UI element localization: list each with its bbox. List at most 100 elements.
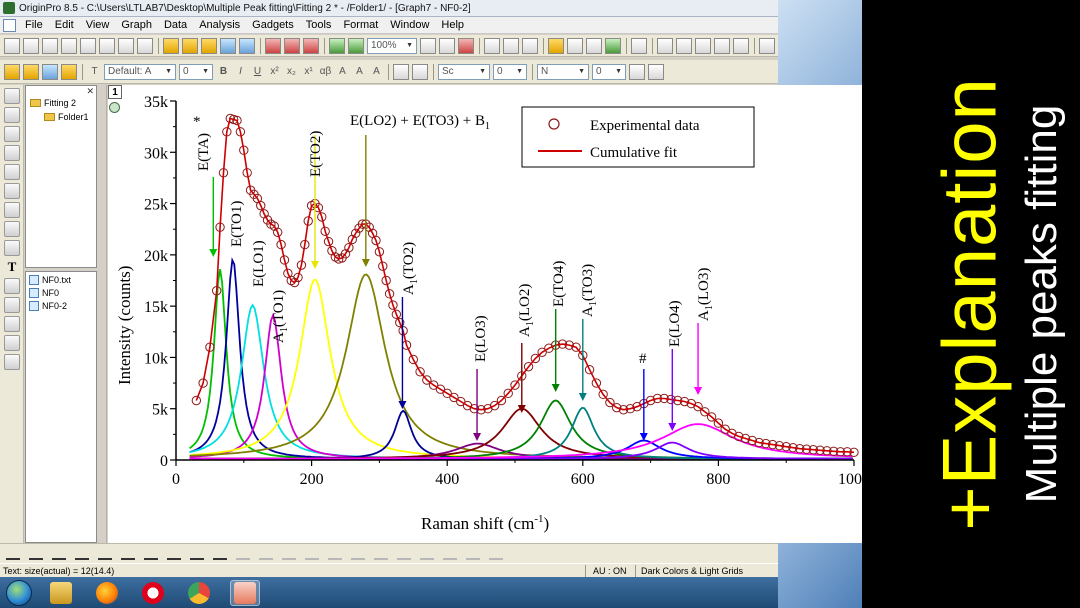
pointer-icon[interactable] bbox=[4, 88, 20, 104]
rectangle-icon[interactable] bbox=[4, 316, 20, 332]
new-excel-icon[interactable] bbox=[42, 37, 58, 54]
import-multiple-icon[interactable] bbox=[284, 37, 300, 54]
data-selector-icon[interactable] bbox=[4, 183, 20, 199]
menu-tools[interactable]: Tools bbox=[300, 19, 338, 31]
import-wizard-icon[interactable] bbox=[303, 37, 319, 54]
font-combo[interactable]: Default: A ▼ bbox=[104, 63, 176, 80]
zoom-combo[interactable]: 100% ▼ bbox=[367, 37, 417, 54]
import-ascii-icon[interactable] bbox=[265, 37, 281, 54]
command-window-icon[interactable] bbox=[605, 37, 621, 54]
surface-plot-icon[interactable] bbox=[397, 548, 411, 560]
font-color-icon[interactable]: A bbox=[369, 64, 384, 80]
column-plot-icon[interactable] bbox=[75, 548, 89, 560]
menu-analysis[interactable]: Analysis bbox=[193, 19, 246, 31]
move-icon[interactable] bbox=[4, 354, 20, 370]
new-graph-icon[interactable] bbox=[61, 37, 77, 54]
format-icon[interactable] bbox=[23, 63, 39, 80]
supersubscript-icon[interactable]: x¹ bbox=[301, 64, 316, 80]
line-symbol-icon[interactable] bbox=[52, 548, 66, 560]
copy-page-icon[interactable] bbox=[439, 37, 455, 54]
line-icon[interactable] bbox=[4, 297, 20, 313]
scale-icon[interactable] bbox=[4, 126, 20, 142]
batch-icon[interactable] bbox=[348, 37, 364, 54]
list-item[interactable]: NF0 bbox=[29, 288, 59, 298]
save-project-icon[interactable] bbox=[220, 37, 236, 54]
new-project-icon[interactable] bbox=[4, 37, 20, 54]
splitter[interactable] bbox=[98, 85, 107, 543]
bold-icon[interactable]: B bbox=[216, 64, 231, 80]
message-log-icon[interactable] bbox=[586, 37, 602, 54]
doubley-plot-icon[interactable] bbox=[489, 548, 503, 560]
template-icon[interactable] bbox=[236, 548, 250, 560]
rescale-icon[interactable] bbox=[657, 37, 673, 54]
menu-edit[interactable]: Edit bbox=[49, 19, 80, 31]
document-icon[interactable] bbox=[3, 18, 16, 32]
layout-plot-icon[interactable] bbox=[466, 548, 480, 560]
draw-data-icon[interactable] bbox=[4, 202, 20, 218]
close-icon[interactable]: ✕ bbox=[86, 86, 94, 97]
grid-plot-icon[interactable] bbox=[351, 548, 365, 560]
mask-icon[interactable] bbox=[4, 240, 20, 256]
layout-icon[interactable] bbox=[676, 37, 692, 54]
results-log-icon[interactable] bbox=[567, 37, 583, 54]
legend[interactable]: Experimental data Cumulative fit bbox=[521, 106, 755, 168]
line-plot-icon[interactable] bbox=[6, 548, 20, 560]
contour-plot-icon[interactable] bbox=[190, 548, 204, 560]
start-button[interactable] bbox=[6, 579, 32, 606]
taskbar-chrome[interactable] bbox=[184, 580, 214, 606]
new-function-icon[interactable] bbox=[99, 37, 115, 54]
waterfall-plot-icon[interactable] bbox=[374, 548, 388, 560]
arrange-icon[interactable] bbox=[714, 37, 730, 54]
new-matrix-icon[interactable] bbox=[80, 37, 96, 54]
region-icon[interactable] bbox=[4, 221, 20, 237]
chart-svg[interactable]: 0 200 400 600 800 1000 0 5k 10k 15k 20k 25k 30k 35k E… bbox=[108, 85, 862, 543]
hand-icon[interactable] bbox=[4, 335, 20, 351]
italic-icon[interactable]: I bbox=[233, 64, 248, 80]
taskbar-origin[interactable] bbox=[230, 579, 260, 606]
ternary-plot-icon[interactable] bbox=[282, 548, 296, 560]
list-item[interactable]: NF0.txt bbox=[29, 275, 71, 285]
menu-gadgets[interactable]: Gadgets bbox=[246, 19, 300, 31]
polar-plot-icon[interactable] bbox=[259, 548, 273, 560]
menu-format[interactable]: Format bbox=[337, 19, 384, 31]
menu-file[interactable]: File bbox=[19, 19, 49, 31]
project-explorer-icon[interactable] bbox=[548, 37, 564, 54]
menu-window[interactable]: Window bbox=[384, 19, 435, 31]
area-plot-icon[interactable] bbox=[144, 548, 158, 560]
line-color-icon[interactable] bbox=[393, 63, 409, 80]
open-icon[interactable] bbox=[163, 37, 179, 54]
code-builder-icon[interactable] bbox=[484, 37, 500, 54]
color-icon[interactable] bbox=[61, 63, 77, 80]
taskbar-firefox[interactable] bbox=[92, 580, 122, 606]
layer-icon[interactable] bbox=[759, 37, 775, 54]
menu-data[interactable]: Data bbox=[158, 19, 193, 31]
3d-plot-icon[interactable] bbox=[213, 548, 227, 560]
grid-icon[interactable] bbox=[629, 63, 645, 80]
object-icon[interactable] bbox=[42, 63, 58, 80]
menu-view[interactable]: View bbox=[80, 19, 116, 31]
layer-tab[interactable]: 1 bbox=[108, 85, 122, 99]
menu-graph[interactable]: Graph bbox=[115, 19, 158, 31]
pen-icon[interactable] bbox=[412, 63, 428, 80]
box-plot-icon[interactable] bbox=[167, 548, 181, 560]
fill-combo[interactable]: 0 ▼ bbox=[592, 63, 626, 80]
list-item[interactable]: NF0-2 bbox=[29, 301, 67, 311]
scatter-plot-icon[interactable] bbox=[29, 548, 43, 560]
font-size-combo[interactable]: 0 ▼ bbox=[179, 63, 213, 80]
menu-help[interactable]: Help bbox=[435, 19, 470, 31]
print-icon[interactable] bbox=[420, 37, 436, 54]
new-layout-icon[interactable] bbox=[118, 37, 134, 54]
line-width-combo[interactable]: 0 ▼ bbox=[493, 63, 527, 80]
style-icon[interactable] bbox=[4, 63, 20, 80]
text-tool-icon[interactable]: T bbox=[4, 259, 20, 275]
pie-plot-icon[interactable] bbox=[305, 548, 319, 560]
increase-font-icon[interactable]: A bbox=[335, 64, 350, 80]
decrease-font-icon[interactable]: A bbox=[352, 64, 367, 80]
open-excel-icon[interactable] bbox=[201, 37, 217, 54]
superscript-icon[interactable]: x² bbox=[267, 64, 282, 80]
screen-reader-icon[interactable] bbox=[4, 145, 20, 161]
matrix-plot-icon[interactable] bbox=[420, 548, 434, 560]
tree-icon[interactable] bbox=[522, 37, 538, 54]
open-template-icon[interactable] bbox=[182, 37, 198, 54]
script-window-icon[interactable] bbox=[503, 37, 519, 54]
